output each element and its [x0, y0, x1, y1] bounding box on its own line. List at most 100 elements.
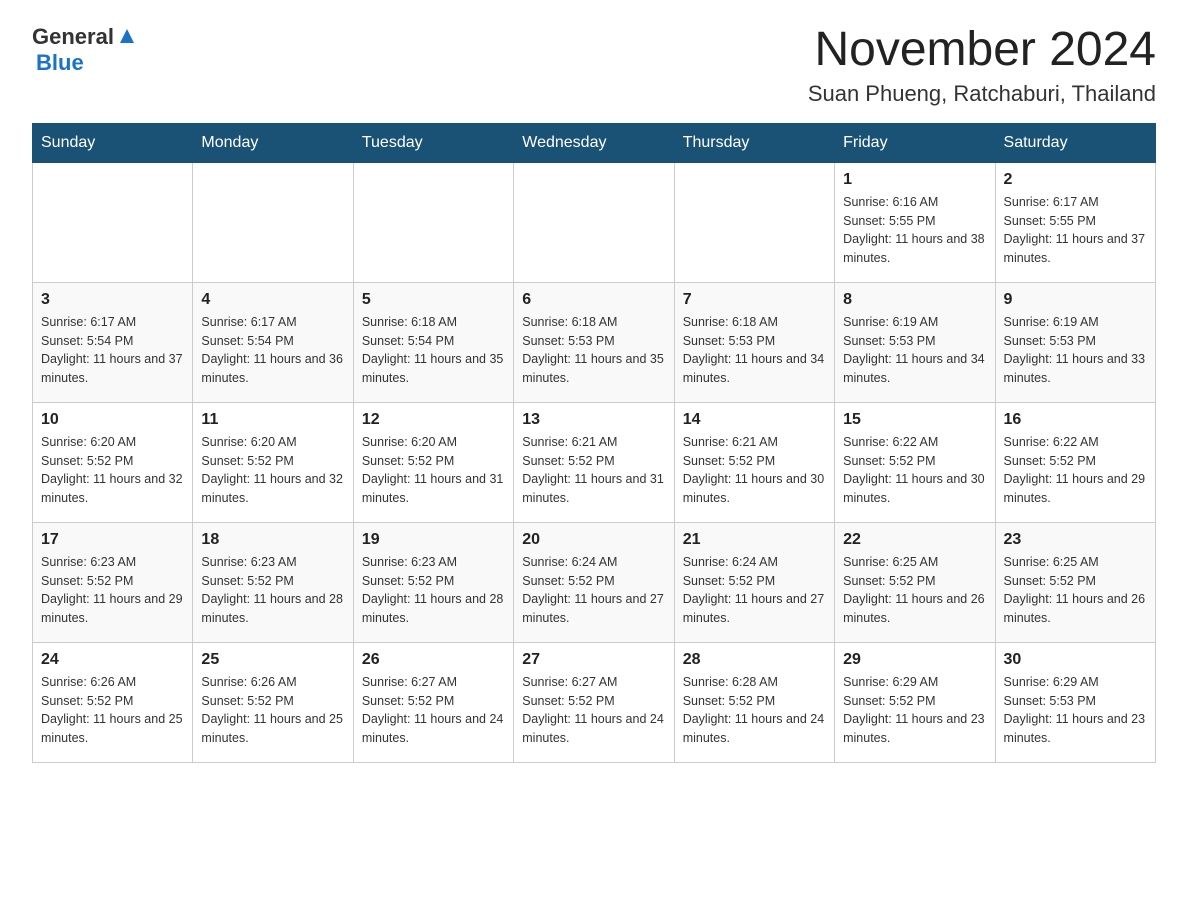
day-info: Sunrise: 6:26 AMSunset: 5:52 PMDaylight:…: [201, 673, 344, 748]
day-info: Sunrise: 6:22 AMSunset: 5:52 PMDaylight:…: [843, 433, 986, 508]
calendar-cell-4-5: 29 Sunrise: 6:29 AMSunset: 5:52 PMDayligh…: [835, 642, 995, 762]
day-info: Sunrise: 6:25 AMSunset: 5:52 PMDaylight:…: [843, 553, 986, 628]
calendar-cell-0-6: 2Sunrise: 6:17 AMSunset: 5:55 PMDaylight…: [995, 162, 1155, 282]
day-number: 21: [683, 531, 826, 549]
day-info: Sunrise: 6:19 AMSunset: 5:53 PMDaylight:…: [843, 313, 986, 388]
calendar-cell-3-4: 21 Sunrise: 6:24 AMSunset: 5:52 PMDayligh…: [674, 522, 834, 642]
day-number: 25: [201, 651, 344, 669]
day-info: Sunrise: 6:26 AMSunset: 5:52 PMDaylight:…: [41, 673, 184, 748]
day-info: Sunrise: 6:18 AMSunset: 5:53 PMDaylight:…: [683, 313, 826, 388]
calendar-cell-0-0: [33, 162, 193, 282]
day-info: Sunrise: 6:23 AMSunset: 5:52 PMDaylight:…: [362, 553, 505, 628]
day-info: Sunrise: 6:27 AMSunset: 5:52 PMDaylight:…: [522, 673, 665, 748]
header-monday: Monday: [193, 123, 353, 162]
calendar-cell-3-5: 22 Sunrise: 6:25 AMSunset: 5:52 PMDayligh…: [835, 522, 995, 642]
day-info: Sunrise: 6:20 AMSunset: 5:52 PMDaylight:…: [41, 433, 184, 508]
calendar-cell-2-3: 13 Sunrise: 6:21 AMSunset: 5:52 PMDayligh…: [514, 402, 674, 522]
calendar-cell-3-3: 20 Sunrise: 6:24 AMSunset: 5:52 PMDayligh…: [514, 522, 674, 642]
calendar-week-3: 17 Sunrise: 6:23 AMSunset: 5:52 PMDayligh…: [33, 522, 1156, 642]
day-number: 26: [362, 651, 505, 669]
calendar-week-1: 3 Sunrise: 6:17 AMSunset: 5:54 PMDaylight…: [33, 282, 1156, 402]
calendar-week-0: 1Sunrise: 6:16 AMSunset: 5:55 PMDaylight…: [33, 162, 1156, 282]
calendar-cell-1-0: 3 Sunrise: 6:17 AMSunset: 5:54 PMDaylight…: [33, 282, 193, 402]
day-number: 29: [843, 651, 986, 669]
calendar-cell-0-3: [514, 162, 674, 282]
day-number: 23: [1004, 531, 1147, 549]
calendar-cell-3-6: 23 Sunrise: 6:25 AMSunset: 5:52 PMDayligh…: [995, 522, 1155, 642]
day-info: Sunrise: 6:16 AMSunset: 5:55 PMDaylight:…: [843, 193, 986, 268]
day-info: Sunrise: 6:29 AMSunset: 5:52 PMDaylight:…: [843, 673, 986, 748]
calendar-cell-2-6: 16 Sunrise: 6:22 AMSunset: 5:52 PMDayligh…: [995, 402, 1155, 522]
day-info: Sunrise: 6:21 AMSunset: 5:52 PMDaylight:…: [683, 433, 826, 508]
day-number: 13: [522, 411, 665, 429]
calendar-cell-0-2: [353, 162, 513, 282]
calendar-cell-2-5: 15 Sunrise: 6:22 AMSunset: 5:52 PMDayligh…: [835, 402, 995, 522]
calendar-cell-4-2: 26 Sunrise: 6:27 AMSunset: 5:52 PMDayligh…: [353, 642, 513, 762]
day-info: Sunrise: 6:18 AMSunset: 5:53 PMDaylight:…: [522, 313, 665, 388]
calendar-cell-3-0: 17 Sunrise: 6:23 AMSunset: 5:52 PMDayligh…: [33, 522, 193, 642]
day-number: 9: [1004, 291, 1147, 309]
day-number: 11: [201, 411, 344, 429]
calendar-cell-1-1: 4 Sunrise: 6:17 AMSunset: 5:54 PMDaylight…: [193, 282, 353, 402]
day-number: 4: [201, 291, 344, 309]
title-area: November 2024 Suan Phueng, Ratchaburi, T…: [808, 24, 1156, 107]
day-info: Sunrise: 6:24 AMSunset: 5:52 PMDaylight:…: [522, 553, 665, 628]
day-number: 17: [41, 531, 184, 549]
day-number: 22: [843, 531, 986, 549]
day-number: 3: [41, 291, 184, 309]
calendar-cell-2-0: 10 Sunrise: 6:20 AMSunset: 5:52 PMDayligh…: [33, 402, 193, 522]
day-info: Sunrise: 6:28 AMSunset: 5:52 PMDaylight:…: [683, 673, 826, 748]
calendar-cell-1-5: 8Sunrise: 6:19 AMSunset: 5:53 PMDaylight…: [835, 282, 995, 402]
calendar-cell-1-6: 9 Sunrise: 6:19 AMSunset: 5:53 PMDaylight…: [995, 282, 1155, 402]
day-info: Sunrise: 6:20 AMSunset: 5:52 PMDaylight:…: [362, 433, 505, 508]
header-saturday: Saturday: [995, 123, 1155, 162]
header-thursday: Thursday: [674, 123, 834, 162]
day-info: Sunrise: 6:21 AMSunset: 5:52 PMDaylight:…: [522, 433, 665, 508]
calendar-cell-4-3: 27Sunrise: 6:27 AMSunset: 5:52 PMDayligh…: [514, 642, 674, 762]
calendar-cell-3-2: 19 Sunrise: 6:23 AMSunset: 5:52 PMDayligh…: [353, 522, 513, 642]
header-sunday: Sunday: [33, 123, 193, 162]
day-info: Sunrise: 6:29 AMSunset: 5:53 PMDaylight:…: [1004, 673, 1147, 748]
calendar-cell-1-2: 5 Sunrise: 6:18 AMSunset: 5:54 PMDaylight…: [353, 282, 513, 402]
day-number: 16: [1004, 411, 1147, 429]
calendar-week-2: 10 Sunrise: 6:20 AMSunset: 5:52 PMDayligh…: [33, 402, 1156, 522]
header-wednesday: Wednesday: [514, 123, 674, 162]
calendar-header-row: Sunday Monday Tuesday Wednesday Thursday…: [33, 123, 1156, 162]
day-number: 15: [843, 411, 986, 429]
day-info: Sunrise: 6:24 AMSunset: 5:52 PMDaylight:…: [683, 553, 826, 628]
calendar-week-4: 24Sunrise: 6:26 AMSunset: 5:52 PMDayligh…: [33, 642, 1156, 762]
day-info: Sunrise: 6:17 AMSunset: 5:54 PMDaylight:…: [41, 313, 184, 388]
calendar-table: Sunday Monday Tuesday Wednesday Thursday…: [32, 123, 1156, 763]
calendar-cell-0-4: [674, 162, 834, 282]
day-number: 28: [683, 651, 826, 669]
logo: General Blue: [32, 24, 138, 76]
day-number: 18: [201, 531, 344, 549]
month-title: November 2024: [808, 24, 1156, 77]
day-info: Sunrise: 6:20 AMSunset: 5:52 PMDaylight:…: [201, 433, 344, 508]
day-number: 6: [522, 291, 665, 309]
day-number: 5: [362, 291, 505, 309]
header-tuesday: Tuesday: [353, 123, 513, 162]
day-number: 19: [362, 531, 505, 549]
day-info: Sunrise: 6:17 AMSunset: 5:55 PMDaylight:…: [1004, 193, 1147, 268]
calendar-cell-2-2: 12 Sunrise: 6:20 AMSunset: 5:52 PMDayligh…: [353, 402, 513, 522]
calendar-cell-1-4: 7Sunrise: 6:18 AMSunset: 5:53 PMDaylight…: [674, 282, 834, 402]
day-number: 14: [683, 411, 826, 429]
day-number: 10: [41, 411, 184, 429]
day-info: Sunrise: 6:25 AMSunset: 5:52 PMDaylight:…: [1004, 553, 1147, 628]
calendar-cell-4-0: 24Sunrise: 6:26 AMSunset: 5:52 PMDayligh…: [33, 642, 193, 762]
day-info: Sunrise: 6:18 AMSunset: 5:54 PMDaylight:…: [362, 313, 505, 388]
day-info: Sunrise: 6:17 AMSunset: 5:54 PMDaylight:…: [201, 313, 344, 388]
day-info: Sunrise: 6:23 AMSunset: 5:52 PMDaylight:…: [41, 553, 184, 628]
calendar-cell-4-1: 25 Sunrise: 6:26 AMSunset: 5:52 PMDayligh…: [193, 642, 353, 762]
logo-general-text: General: [32, 24, 114, 50]
page-header: General Blue November 2024 Suan Phueng, …: [32, 24, 1156, 107]
day-info: Sunrise: 6:22 AMSunset: 5:52 PMDaylight:…: [1004, 433, 1147, 508]
day-info: Sunrise: 6:19 AMSunset: 5:53 PMDaylight:…: [1004, 313, 1147, 388]
day-number: 12: [362, 411, 505, 429]
calendar-cell-3-1: 18Sunrise: 6:23 AMSunset: 5:52 PMDayligh…: [193, 522, 353, 642]
logo-triangle-icon: [116, 25, 138, 47]
day-number: 20: [522, 531, 665, 549]
day-info: Sunrise: 6:27 AMSunset: 5:52 PMDaylight:…: [362, 673, 505, 748]
logo-blue-text: Blue: [36, 50, 138, 76]
